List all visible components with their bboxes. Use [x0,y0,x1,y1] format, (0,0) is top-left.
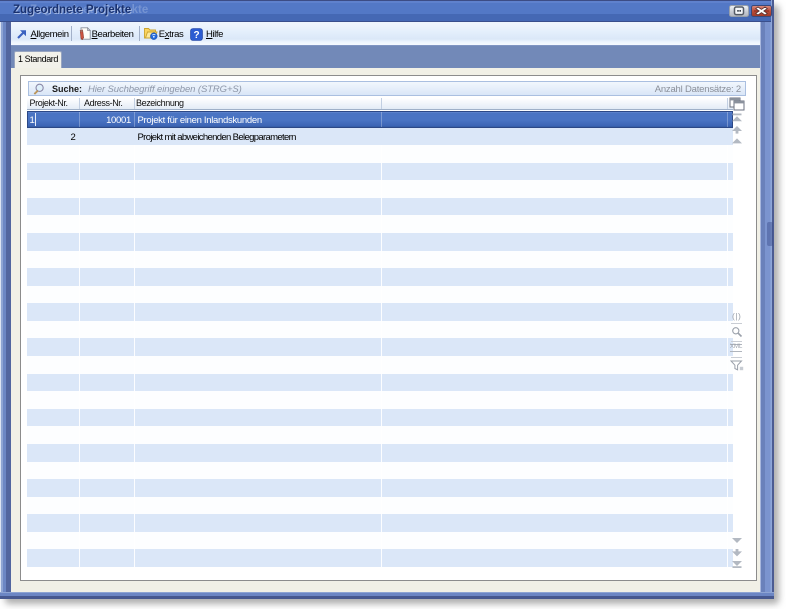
svg-text:?: ? [193,29,199,40]
